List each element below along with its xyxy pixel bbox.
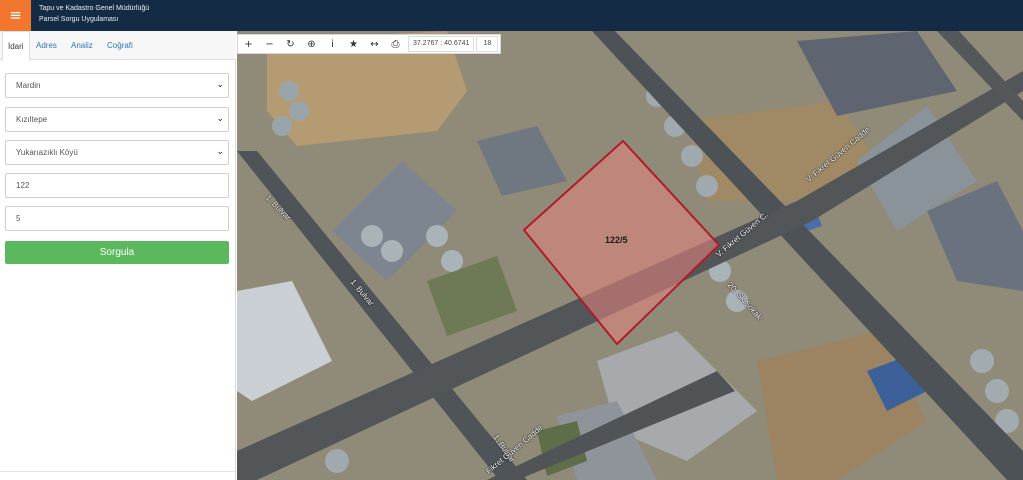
block-input[interactable]: 122 [5,173,229,198]
favorite-button[interactable]: ★ [343,35,364,53]
query-sidebar: İdari Adres Analiz Coğrafi Mardin ⌄ Kızı… [0,31,236,480]
coordinate-readout: 37.2767 : 40.6741 [408,36,475,52]
tab-adres[interactable]: Adres [31,31,62,60]
app-header: ≡ Tapu ve Kadastro Genel Müdürlüğü Parse… [0,0,1023,31]
print-icon: ⎙ [391,38,400,50]
sidebar-divider [0,471,235,472]
district-value: Kızıltepe [16,115,48,124]
zoom-out-button[interactable]: − [259,35,280,53]
map-toolbar: + − ↻ ⊕ i ★ ↔ ⎙ 37.2767 : 40.6741 18 [237,34,502,54]
province-select[interactable]: Mardin ⌄ [5,73,229,98]
tab-analiz[interactable]: Analiz [66,31,98,60]
block-value: 122 [16,181,30,190]
chevron-down-icon: ⌄ [216,114,224,124]
print-button[interactable]: ⎙ [385,35,406,53]
tab-idari[interactable]: İdari [2,31,30,61]
measure-icon: ↔ [370,38,379,50]
parcel-value: 5 [16,214,21,223]
district-select[interactable]: Kızıltepe ⌄ [5,107,229,132]
measure-button[interactable]: ↔ [364,35,385,53]
parcel-label: 122/5 [605,235,628,245]
map-imagery [237,31,1023,480]
parcel-input[interactable]: 5 [5,206,229,231]
crosshair-icon: ⊕ [307,38,316,50]
plus-icon: + [244,38,253,50]
sidebar-tabs: İdari Adres Analiz Coğrafi [0,31,236,61]
app-title: Tapu ve Kadastro Genel Müdürlüğü Parsel … [39,3,149,25]
chevron-down-icon: ⌄ [216,147,224,157]
chevron-down-icon: ⌄ [216,80,224,90]
app-title-line2: Parsel Sorgu Uygulaması [39,16,119,23]
refresh-icon: ↻ [286,38,295,50]
locate-button[interactable]: ⊕ [301,35,322,53]
hamburger-icon: ≡ [9,6,22,24]
hamburger-menu-button[interactable]: ≡ [0,0,31,31]
province-value: Mardin [16,81,41,90]
neighborhood-select[interactable]: Yukarıazıklı Köyü ⌄ [5,140,229,165]
star-icon: ★ [349,38,358,50]
minus-icon: − [265,38,274,50]
app-title-line1: Tapu ve Kadastro Genel Müdürlüğü [39,5,150,12]
satellite-map[interactable]: 1. Bulvar 1. Bulvar 1. Bulvar V. Fikret … [237,31,1023,480]
refresh-button[interactable]: ↻ [280,35,301,53]
info-button[interactable]: i [322,35,343,53]
tab-cografi[interactable]: Coğrafi [102,31,138,60]
zoom-level: 18 [476,36,499,52]
info-icon: i [331,38,334,50]
zoom-in-button[interactable]: + [238,35,259,53]
neighborhood-value: Yukarıazıklı Köyü [16,148,78,157]
query-button[interactable]: Sorgula [5,241,229,264]
